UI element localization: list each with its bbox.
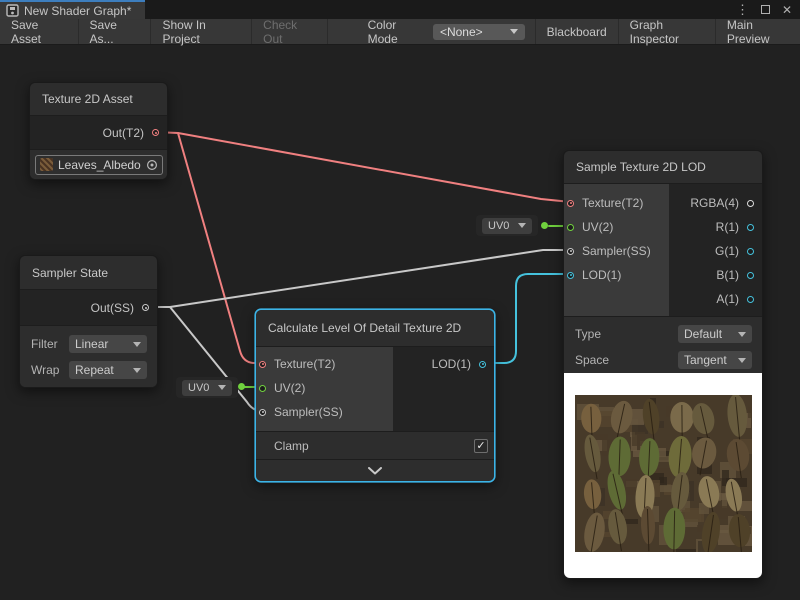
blackboard-toggle-button[interactable]: Blackboard [535, 19, 618, 44]
port-out-a[interactable] [747, 296, 754, 303]
node-preview [564, 373, 762, 578]
shader-graph-icon [6, 4, 19, 17]
port-in-sampler[interactable] [567, 248, 574, 255]
port-out-rgba[interactable] [747, 200, 754, 207]
port-out-b[interactable] [747, 272, 754, 279]
node-title: Sample Texture 2D LOD [564, 151, 762, 184]
node-title: Texture 2D Asset [30, 83, 167, 116]
port-label: UV(2) [582, 220, 613, 234]
chevron-down-icon [518, 223, 526, 228]
texture-object-field[interactable]: Leaves_Albedo [35, 155, 163, 175]
graph-inspector-toggle-button[interactable]: Graph Inspector [618, 19, 715, 44]
clamp-checkbox[interactable]: ✓ [474, 439, 488, 453]
chevron-down-icon [133, 368, 141, 373]
maximize-icon[interactable] [761, 5, 770, 14]
uv-channel-pill: UV0 [176, 377, 238, 398]
tab-title: New Shader Graph* [24, 4, 131, 18]
port-label: A(1) [716, 292, 739, 306]
uv-channel-dropdown[interactable]: UV0 [482, 218, 532, 234]
node-texture-2d-asset[interactable]: Texture 2D Asset Out(T2) Leaves_Albedo [29, 82, 168, 180]
object-picker-icon[interactable] [146, 159, 158, 171]
wrap-label: Wrap [31, 363, 69, 377]
check-out-button: Check Out [252, 19, 327, 44]
texture-preview-image [575, 395, 752, 552]
port-out-ss[interactable] [142, 304, 149, 311]
clamp-label: Clamp [274, 439, 309, 453]
color-mode-dropdown[interactable]: <None> [433, 24, 525, 40]
port-label: G(1) [715, 244, 739, 258]
node-title: Calculate Level Of Detail Texture 2D [256, 310, 494, 347]
texture-asset-name: Leaves_Albedo [58, 158, 141, 172]
save-as-button[interactable]: Save As... [79, 19, 152, 44]
port-label: Sampler(SS) [582, 244, 651, 258]
port-label: R(1) [716, 220, 739, 234]
port-label: Sampler(SS) [274, 405, 343, 419]
type-dropdown[interactable]: Default [678, 325, 752, 343]
window-menu-icon[interactable]: ⋮ [736, 3, 749, 16]
shader-graph-window: New Shader Graph* ⋮ ✕ Save Asset Save As… [0, 0, 800, 600]
filter-dropdown[interactable]: Linear [69, 335, 147, 353]
wrap-dropdown[interactable]: Repeat [69, 361, 147, 379]
texture-thumbnail [40, 158, 53, 171]
space-label: Space [575, 353, 678, 367]
chevron-down-icon [510, 29, 518, 34]
tab-new-shader-graph[interactable]: New Shader Graph* [0, 0, 145, 19]
port-label: LOD(1) [582, 268, 621, 282]
tab-bar: New Shader Graph* ⋮ ✕ [0, 0, 800, 19]
port-label: Out(SS) [91, 301, 134, 315]
node-title: Sampler State [20, 256, 157, 290]
collapse-button[interactable] [256, 459, 494, 481]
port-label: Out(T2) [103, 126, 144, 140]
node-calculate-lod-texture-2d[interactable]: Calculate Level Of Detail Texture 2D Tex… [255, 309, 495, 482]
uv-wire-dot [238, 383, 245, 390]
type-label: Type [575, 327, 678, 341]
port-out-lod[interactable] [479, 361, 486, 368]
chevron-down-icon [133, 342, 141, 347]
space-dropdown[interactable]: Tangent [678, 351, 752, 369]
color-mode-label: Color Mode [360, 18, 433, 46]
port-label: LOD(1) [432, 357, 471, 371]
filter-label: Filter [31, 337, 69, 351]
close-icon[interactable]: ✕ [782, 4, 792, 16]
port-label: UV(2) [274, 381, 305, 395]
uv-channel-pill: UV0 [476, 215, 538, 236]
uv-wire-dot [541, 222, 548, 229]
chevron-down-icon [218, 385, 226, 390]
port-in-sampler[interactable] [259, 409, 266, 416]
chevron-down-icon [367, 467, 383, 475]
save-asset-button[interactable]: Save Asset [0, 19, 79, 44]
port-out-g[interactable] [747, 248, 754, 255]
port-label: Texture(T2) [582, 196, 643, 210]
graph-toolbar: Save Asset Save As... Show In Project Ch… [0, 19, 800, 45]
node-sampler-state[interactable]: Sampler State Out(SS) Filter Linear Wrap… [19, 255, 158, 388]
port-in-texture[interactable] [567, 200, 574, 207]
port-out-r[interactable] [747, 224, 754, 231]
show-in-project-button[interactable]: Show In Project [151, 19, 252, 44]
main-preview-toggle-button[interactable]: Main Preview [715, 19, 800, 44]
port-label: RGBA(4) [690, 196, 739, 210]
port-in-uv[interactable] [567, 224, 574, 231]
port-in-uv[interactable] [259, 385, 266, 392]
chevron-down-icon [738, 358, 746, 363]
port-label: Texture(T2) [274, 357, 335, 371]
chevron-down-icon [738, 332, 746, 337]
port-out-t2[interactable] [152, 129, 159, 136]
uv-channel-dropdown[interactable]: UV0 [182, 380, 232, 396]
port-in-texture[interactable] [259, 361, 266, 368]
port-label: B(1) [716, 268, 739, 282]
node-sample-texture-2d-lod[interactable]: Sample Texture 2D LOD Texture(T2) UV(2) … [563, 150, 763, 579]
port-in-lod[interactable] [567, 272, 574, 279]
